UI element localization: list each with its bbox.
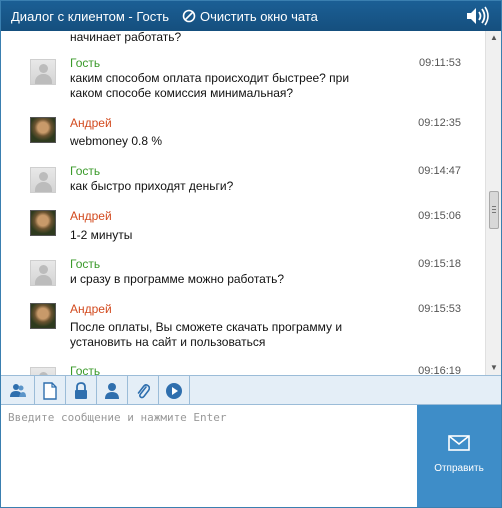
message-time: 09:14:47	[418, 165, 461, 177]
message-scrollbar[interactable]: ▲ ▼	[485, 31, 501, 375]
avatar	[30, 59, 56, 85]
chat-header: Диалог с клиентом - Гость Очистить окно …	[1, 1, 501, 31]
play-button[interactable]	[159, 376, 190, 405]
message-time: 09:16:19	[418, 365, 461, 375]
scroll-up-arrow-icon[interactable]: ▲	[489, 33, 499, 43]
message-time: 09:12:35	[418, 117, 461, 129]
avatar	[30, 167, 56, 193]
envelope-icon	[448, 435, 470, 451]
message-text: 1-2 минуты	[70, 228, 390, 243]
avatar	[30, 210, 56, 236]
message-author: Гость	[70, 56, 101, 70]
message-author: Андрей	[70, 116, 112, 130]
message-author: Андрей	[70, 302, 112, 316]
message-author: Гость	[70, 164, 101, 178]
clear-icon	[182, 9, 196, 23]
chat-toolbar	[1, 375, 501, 405]
message-text-partial: начинает работать?	[70, 31, 182, 44]
message-list: начинает работать? Гость 09:11:53 каким …	[1, 31, 485, 375]
message-line: каким способом оплата происходит быстрее…	[70, 71, 350, 85]
message-composer	[1, 405, 417, 507]
message-line: После оплаты, Вы сможете скачать програм…	[70, 320, 343, 334]
message-line: как быстро приходят деньги?	[70, 179, 234, 193]
clear-chat-button[interactable]: Очистить окно чата	[182, 7, 318, 25]
person-button[interactable]	[97, 376, 128, 405]
avatar	[30, 303, 56, 329]
message-line: каком способе комиссия минимальная?	[70, 86, 294, 100]
message-time: 09:15:53	[418, 303, 461, 315]
chat-window: Диалог с клиентом - Гость Очистить окно …	[0, 0, 502, 508]
message-text: и сразу в программе можно работать?	[70, 272, 390, 287]
chat-title: Диалог с клиентом - Гость	[11, 9, 169, 24]
users-button[interactable]	[1, 376, 35, 405]
lock-button[interactable]	[66, 376, 97, 405]
clear-chat-label: Очистить окно чата	[200, 8, 318, 24]
message-author: Гость	[70, 257, 101, 271]
avatar	[30, 260, 56, 286]
message-author: Андрей	[70, 209, 112, 223]
message-text: каким способом оплата происходит быстрее…	[70, 71, 390, 101]
document-icon	[43, 381, 57, 400]
message-time: 09:15:18	[418, 258, 461, 270]
scrollbar-thumb[interactable]	[489, 191, 499, 229]
message-text: webmoney 0.8 %	[70, 134, 390, 149]
message-line: и сразу в программе можно работать?	[70, 272, 285, 286]
scroll-down-arrow-icon[interactable]: ▼	[489, 363, 499, 373]
avatar	[30, 117, 56, 143]
users-icon	[9, 383, 26, 397]
speaker-icon[interactable]	[465, 6, 491, 31]
message-line: установить на сайт и пользоваться	[70, 335, 266, 349]
avatar	[30, 367, 56, 375]
paperclip-icon	[137, 383, 150, 398]
message-input[interactable]	[1, 405, 417, 507]
lock-icon	[75, 381, 87, 399]
play-icon	[166, 382, 182, 399]
document-button[interactable]	[35, 376, 66, 405]
send-button[interactable]: Отправить	[417, 405, 501, 507]
message-text: как быстро приходят деньги?	[70, 179, 390, 194]
attach-button[interactable]	[128, 376, 159, 405]
send-label: Отправить	[434, 463, 484, 474]
message-text: После оплаты, Вы сможете скачать програм…	[70, 320, 390, 350]
message-line: 1-2 минуты	[70, 228, 133, 242]
message-author: Гость	[70, 364, 101, 375]
person-icon	[105, 382, 119, 399]
message-time: 09:15:06	[418, 210, 461, 222]
message-line: webmoney 0.8 %	[70, 134, 163, 148]
message-time: 09:11:53	[418, 57, 461, 69]
